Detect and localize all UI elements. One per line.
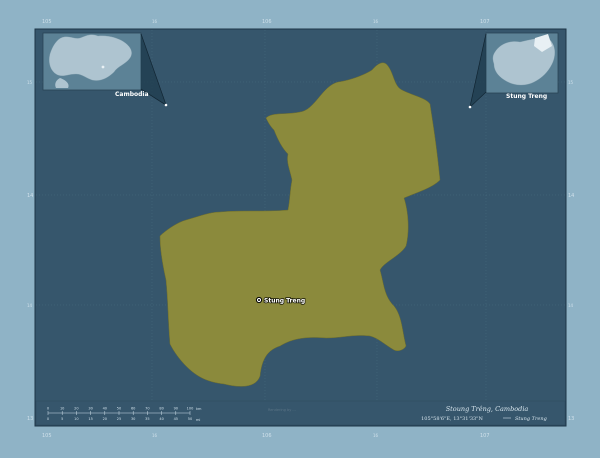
scale-number-top: 70 — [145, 407, 149, 411]
scale-number-top: 100 — [187, 407, 194, 411]
legend-label: Stung Treng — [515, 416, 547, 422]
inset-world-label: Cambodia — [115, 91, 149, 98]
scale-number-bottom: 40 — [159, 417, 163, 421]
scale-number-bottom: 0 — [47, 417, 49, 421]
scale-number-top: 40 — [103, 407, 107, 411]
scale-number-top: 60 — [131, 407, 135, 411]
scale-number-bottom: 45 — [174, 417, 178, 421]
scale-number-bottom: 15 — [88, 417, 92, 421]
scale-number-top: 30 — [88, 407, 92, 411]
scale-number-top: 10 — [60, 407, 64, 411]
bottom-tick-label: 106 — [262, 433, 272, 439]
scale-number-bottom: 20 — [103, 417, 107, 421]
right-tick-label: 14 — [568, 303, 574, 308]
right-tick-label: 14 — [568, 193, 574, 199]
top-tick-label: 16 — [152, 19, 158, 24]
bottom-tick-label: 105 — [42, 433, 52, 439]
scale-number-bottom: 50 — [188, 417, 192, 421]
map-coordinates: 105°58'6"E, 13°31'33"N — [421, 416, 483, 422]
scale-number-bottom: 30 — [131, 417, 135, 421]
right-tick-label: 15 — [568, 80, 574, 85]
scale-unit-bottom: mi — [196, 418, 200, 422]
scale-unit-top: km — [196, 407, 202, 411]
bottom-tick-label: 16 — [373, 433, 379, 438]
left-tick-label: 15 — [27, 80, 33, 85]
left-tick-label: 13 — [27, 416, 33, 422]
top-tick-label: 105 — [42, 19, 52, 25]
inset-country-label: Stung Treng — [506, 93, 547, 100]
scale-number-top: 20 — [74, 407, 78, 411]
city-label: Stung Treng — [264, 298, 305, 305]
bottom-tick-label: 107 — [480, 433, 490, 439]
map-canvas: 105 16 106 16 107 105 16 106 16 107 15 1… — [0, 0, 600, 458]
bottom-tick-label: 16 — [152, 433, 158, 438]
scale-number-top: 80 — [159, 407, 163, 411]
right-tick-label: 13 — [568, 416, 574, 422]
scale-number-top: 0 — [47, 407, 49, 411]
scale-number-top: 50 — [117, 407, 121, 411]
scale-number-bottom: 10 — [74, 417, 78, 421]
scale-number-bottom: 5 — [61, 417, 63, 421]
left-tick-label: 14 — [27, 303, 33, 308]
left-tick-label: 14 — [27, 193, 33, 199]
credit-text: Rendering by ... — [268, 408, 296, 412]
scale-number-bottom: 25 — [117, 417, 121, 421]
scale-number-top: 90 — [174, 407, 178, 411]
top-tick-label: 16 — [373, 19, 379, 24]
top-tick-label: 106 — [262, 19, 272, 25]
city-marker: Stung Treng — [255, 297, 306, 305]
top-tick-label: 107 — [480, 19, 490, 25]
map-title: Stoung Trêng, Cambodia — [446, 405, 529, 413]
scale-number-bottom: 35 — [145, 417, 149, 421]
